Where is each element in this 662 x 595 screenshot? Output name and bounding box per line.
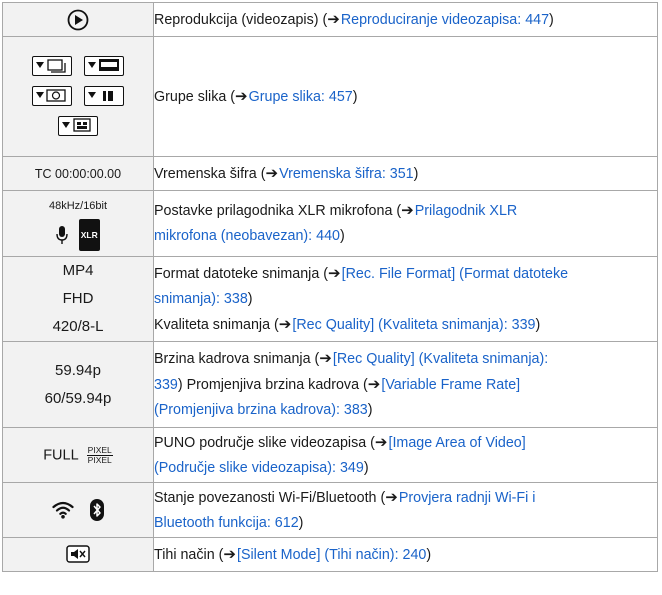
audio-format-indicator: 48kHz/16bit <box>48 199 108 212</box>
bluetooth-icon <box>90 499 105 521</box>
icon-cell <box>2 36 154 157</box>
page-link[interactable]: Prilagodnik XLR <box>415 203 518 219</box>
table-row: Grupe slika (➔Grupe slika: 457) <box>2 36 658 157</box>
description-cell: Format datoteke snimanja (➔[Rec. File Fo… <box>153 256 658 342</box>
group-focus-bracket-icon <box>84 56 125 77</box>
table-row: Tihi način (➔[Silent Mode] (Tihi način):… <box>2 537 658 572</box>
arrow-icon: ➔ <box>328 264 341 282</box>
page-link[interactable]: mikrofona (neobavezan): 440 <box>154 228 340 244</box>
group-burst-icon <box>31 56 72 77</box>
page-link[interactable]: [Rec Quality] (Kvaliteta snimanja): 339 <box>292 317 535 333</box>
page-link[interactable]: snimanja): 338 <box>154 291 248 307</box>
table-row: Reprodukcija (videozapis) (➔Reproduciran… <box>2 2 658 37</box>
arrow-icon: ➔ <box>278 315 292 333</box>
description-text: Postavke prilagodnika XLR mikrofona ( <box>154 203 402 219</box>
file-format-indicator: MP4 <box>62 262 94 279</box>
description-cell: Brzina kadrova snimanja (➔[Rec Quality] … <box>153 341 658 428</box>
description-cell: PUNO područje slike videozapisa (➔[Image… <box>153 427 658 483</box>
description-text: Format datoteke snimanja ( <box>154 265 329 282</box>
description-cell: Reprodukcija (videozapis) (➔Reproduciran… <box>153 2 658 37</box>
description-text: Stanje povezanosti Wi-Fi/Bluetooth ( <box>154 489 386 506</box>
sampling-indicator: 420/8-L <box>52 318 104 335</box>
resolution-indicator: FHD <box>62 290 94 307</box>
description-cell: Grupe slika (➔Grupe slika: 457) <box>153 36 658 157</box>
icon-cell: FULL PIXEL PIXEL <box>2 427 154 483</box>
play-circle-icon <box>67 9 89 30</box>
group-interval-icon <box>31 86 72 107</box>
arrow-icon: ➔ <box>374 433 388 451</box>
table-row: 48kHz/16bit XLR Postavke prilagodnika XL… <box>2 190 658 257</box>
arrow-icon: ➔ <box>367 376 381 393</box>
arrow-icon: ➔ <box>327 10 340 28</box>
microphone-icon <box>56 225 68 244</box>
page-link[interactable]: 339 <box>154 377 178 393</box>
description-cell: Stanje povezanosti Wi-Fi/Bluetooth (➔Pro… <box>153 482 658 538</box>
arrow-icon: ➔ <box>223 545 236 563</box>
arrow-icon: ➔ <box>385 488 398 506</box>
page-link[interactable]: Vremenska šifra: 351 <box>279 166 414 182</box>
arrow-icon: ➔ <box>235 87 248 105</box>
icon-cell: TC 00:00:00.00 <box>2 156 154 191</box>
description-cell: Postavke prilagodnika XLR mikrofona (➔Pr… <box>153 190 658 257</box>
icon-cell: 59.94p 60/59.94p <box>2 341 154 428</box>
page-link[interactable]: [Variable Frame Rate] <box>381 377 520 393</box>
icon-cell <box>2 2 154 37</box>
page-link[interactable]: Provjera radnji Wi-Fi i <box>399 490 536 506</box>
page-link[interactable]: (Područje slike videozapisa): 349 <box>154 460 364 476</box>
group-stop-motion-icon <box>84 86 125 107</box>
page-link[interactable]: [Rec Quality] (Kvaliteta snimanja): <box>333 351 548 367</box>
silent-mode-icon <box>66 545 90 564</box>
description-text: Brzina kadrova snimanja ( <box>154 351 320 367</box>
arrow-icon: ➔ <box>401 202 414 219</box>
variable-frame-rate-indicator: 60/59.94p <box>44 389 112 407</box>
page-link[interactable]: Bluetooth funkcija: 612 <box>154 515 299 531</box>
table-row: TC 00:00:00.00 Vremenska šifra (➔Vremens… <box>2 156 658 191</box>
wifi-icon <box>52 501 74 519</box>
xlr-badge: XLR <box>78 218 100 251</box>
image-area-indicator: FULL <box>43 446 79 463</box>
page-link[interactable]: [Silent Mode] (Tihi način): 240 <box>237 547 426 563</box>
description-text: Kvaliteta snimanja ( <box>154 316 279 333</box>
table-row: MP4 FHD 420/8-L Format datoteke snimanja… <box>2 256 658 342</box>
description-cell: Vremenska šifra (➔Vremenska šifra: 351) <box>153 156 658 191</box>
description-text: Tihi način ( <box>154 546 224 563</box>
arrow-icon: ➔ <box>319 350 332 367</box>
description-cell: Tihi način (➔[Silent Mode] (Tihi način):… <box>153 537 658 572</box>
description-text: Vremenska šifra ( <box>154 165 266 182</box>
icon-cell: MP4 FHD 420/8-L <box>2 256 154 342</box>
table-row: 59.94p 60/59.94p Brzina kadrova snimanja… <box>2 341 658 428</box>
table-row: Stanje povezanosti Wi-Fi/Bluetooth (➔Pro… <box>2 482 658 538</box>
description-text: Reprodukcija (videozapis) ( <box>154 11 328 28</box>
description-text: PUNO područje slike videozapisa ( <box>154 434 375 451</box>
arrow-icon: ➔ <box>265 164 279 182</box>
icon-cell <box>2 482 154 538</box>
page-link[interactable]: Reproduciranje videozapisa: 447 <box>341 12 549 28</box>
timecode-indicator: TC 00:00:00.00 <box>34 166 122 181</box>
group-sequence-icon <box>58 116 98 137</box>
table-row: FULL PIXEL PIXEL PUNO područje slike video… <box>2 427 658 483</box>
icon-cell <box>2 537 154 572</box>
page-link[interactable]: [Image Area of Video] <box>388 435 525 451</box>
icon-reference-table: Reprodukcija (videozapis) (➔Reproduciran… <box>2 2 658 572</box>
group-images-icons <box>3 52 153 142</box>
frame-rate-indicator: 59.94p <box>55 361 101 379</box>
icon-cell: 48kHz/16bit XLR <box>2 190 154 257</box>
pixel-fraction-icon: PIXEL PIXEL <box>86 444 113 465</box>
description-text: Grupe slika ( <box>154 88 236 105</box>
page-link[interactable]: [Rec. File Format] (Format datoteke <box>342 266 568 282</box>
page-link[interactable]: Grupe slika: 457 <box>249 89 353 105</box>
page-link[interactable]: (Promjenjiva brzina kadrova): 383 <box>154 402 368 418</box>
